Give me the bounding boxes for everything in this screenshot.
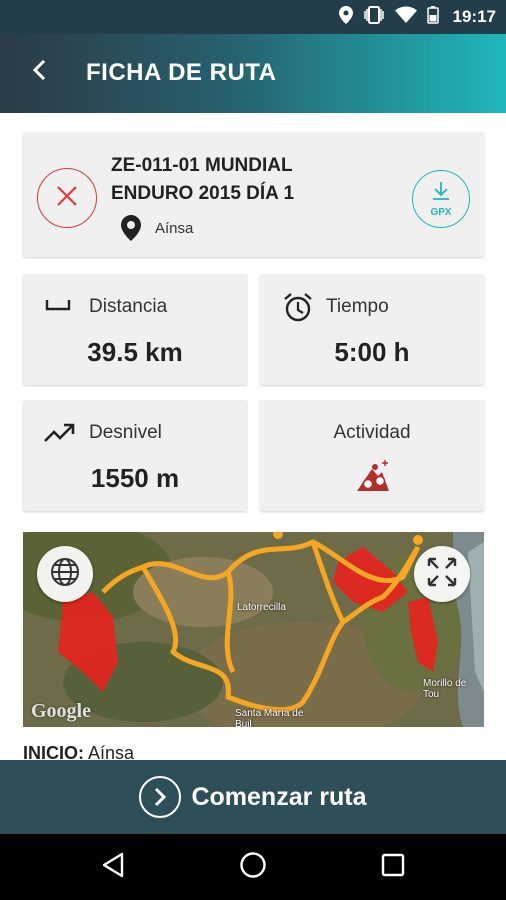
distance-card: Distancia 39.5 km	[23, 274, 247, 385]
download-icon	[431, 181, 451, 206]
app-bar: FICHA DE RUTA	[0, 34, 506, 113]
back-arrow-icon	[30, 59, 50, 85]
start-label: INICIO:	[23, 743, 84, 760]
alarm-clock-icon	[282, 292, 314, 329]
start-location-info: INICIO: Aínsa	[23, 743, 134, 760]
battery-icon	[426, 5, 439, 29]
map-attribution: Google	[31, 700, 91, 722]
time-value: 5:00 h	[334, 337, 410, 367]
circle-home-icon	[239, 851, 267, 884]
status-bar: 19:17	[0, 0, 506, 34]
start-value: Aínsa	[88, 743, 135, 760]
triangle-back-icon	[101, 852, 125, 883]
fullscreen-button[interactable]	[414, 546, 470, 602]
close-icon	[56, 185, 78, 212]
gpx-label: GPX	[430, 206, 452, 218]
map-pin-icon	[121, 215, 141, 246]
gpx-download-button[interactable]: GPX	[412, 170, 470, 228]
start-route-button[interactable]: Comenzar ruta	[0, 760, 506, 834]
system-nav-bar	[0, 834, 506, 900]
wifi-icon	[394, 6, 417, 29]
route-name: ZE-011-01 MUNDIAL ENDURO 2015 DÍA 1	[111, 155, 295, 204]
back-button[interactable]	[22, 54, 58, 90]
map-label: Santa María de Buil	[235, 708, 304, 727]
time-card: Tiempo 5:00 h	[260, 274, 484, 385]
elevation-value: 1550 m	[90, 463, 180, 493]
route-map[interactable]: Latorrecilla Morillo de Tou Santa María …	[23, 532, 484, 727]
square-recents-icon	[381, 853, 405, 882]
map-label: Morillo de Tou	[423, 678, 467, 700]
map-layer-button[interactable]	[37, 546, 93, 602]
route-header-card: ZE-011-01 MUNDIAL ENDURO 2015 DÍA 1 Aíns…	[23, 132, 484, 257]
nav-back-button[interactable]	[96, 850, 130, 884]
start-route-label: Comenzar ruta	[191, 782, 367, 811]
trending-up-icon	[43, 422, 75, 449]
close-button[interactable]	[37, 168, 97, 228]
route-detail-content[interactable]: ZE-011-01 MUNDIAL ENDURO 2015 DÍA 1 Aíns…	[0, 113, 506, 760]
elevation-card: Desnivel 1550 m	[23, 400, 247, 511]
mountain-bike-icon	[356, 460, 390, 497]
chevron-right-icon	[139, 776, 182, 818]
map-satellite-view	[23, 532, 484, 727]
activity-label: Actividad	[333, 422, 411, 443]
clock: 19:17	[452, 7, 496, 26]
nav-recents-button[interactable]	[376, 850, 410, 884]
expand-icon	[426, 556, 458, 593]
distance-label: Distancia	[89, 296, 168, 317]
location-icon	[338, 5, 353, 29]
time-label: Tiempo	[326, 296, 389, 317]
globe-icon	[49, 556, 81, 593]
distance-value: 39.5 km	[87, 337, 183, 367]
page-title: FICHA DE RUTA	[86, 59, 277, 86]
elevation-label: Desnivel	[89, 422, 162, 443]
vibrate-icon	[363, 5, 385, 29]
activity-card: Actividad	[260, 400, 484, 511]
route-location: Aínsa	[155, 220, 194, 237]
map-label: Latorrecilla	[237, 602, 286, 613]
nav-home-button[interactable]	[236, 850, 270, 884]
ruler-icon	[45, 298, 71, 317]
